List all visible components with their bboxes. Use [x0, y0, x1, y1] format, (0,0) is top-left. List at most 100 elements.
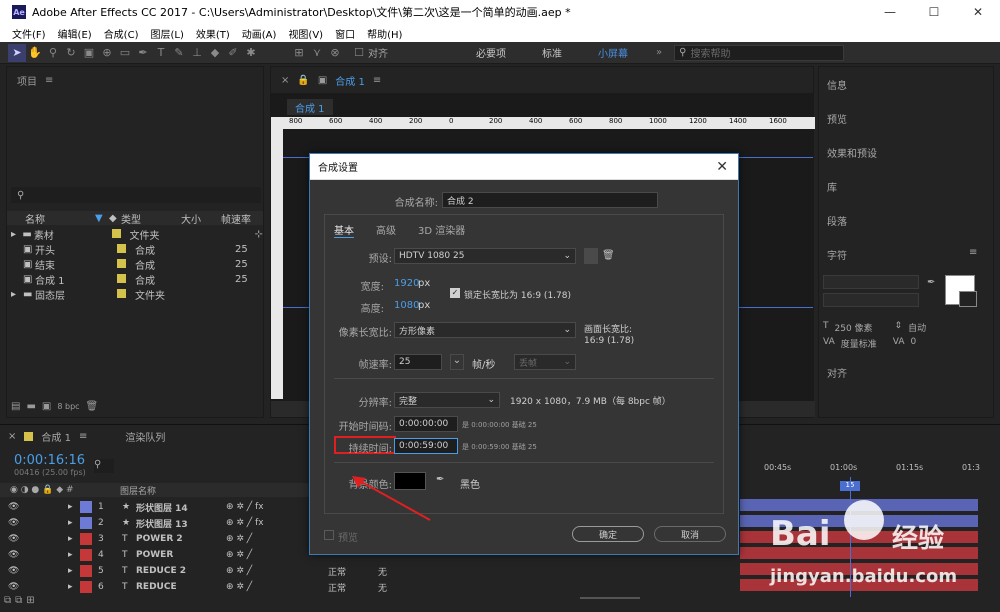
project-search-input[interactable]: ⚲ — [11, 187, 261, 203]
menu-edit[interactable]: 编辑(E) — [58, 26, 92, 41]
panel-menu-icon[interactable]: ≡ — [79, 431, 87, 442]
leading-value[interactable]: 自动 — [908, 321, 926, 334]
layer-switches[interactable]: ⊕ ✲ ╱ fx — [226, 518, 264, 528]
col-size[interactable]: 大小 — [181, 211, 221, 226]
pixel-aspect-select[interactable]: 方形像素 ⌄ — [394, 322, 576, 338]
eraser-tool-icon[interactable]: ◆ — [206, 44, 224, 62]
render-queue-tab[interactable]: 渲染队列 — [125, 429, 165, 444]
layer-switches[interactable]: ⊕ ✲ ╱ — [226, 582, 326, 592]
layer-row[interactable]: 👁 ▸ 5 T REDUCE 2 ⊕ ✲ ╱ 正常 无 — [0, 563, 580, 579]
zoom-slider[interactable] — [580, 597, 640, 599]
new-folder-icon[interactable]: ▬ — [26, 401, 35, 412]
preview-checkbox[interactable] — [324, 530, 334, 540]
timeline-tab[interactable]: 合成 1 — [41, 429, 71, 444]
lock-aspect-checkbox[interactable]: ✓ — [450, 288, 460, 298]
dialog-close-button[interactable]: ✕ — [716, 159, 728, 175]
layer-name[interactable]: REDUCE 2 — [136, 566, 226, 576]
current-timecode[interactable]: 0:00:16:16 — [14, 453, 85, 468]
project-item[interactable]: ▸ ▬ 固态层 文件夹 — [7, 287, 263, 302]
tab-basic[interactable]: 基本 — [334, 222, 354, 238]
width-value[interactable]: 1920 — [394, 278, 419, 289]
hand-tool-icon[interactable]: ✋ — [26, 44, 44, 62]
resolution-select[interactable]: 完整 ⌄ — [394, 392, 500, 408]
menu-view[interactable]: 视图(V) — [288, 26, 323, 41]
align-checkbox[interactable]: ☐ — [350, 44, 368, 62]
layer-row[interactable]: 👁 ▸ 6 T REDUCE ⊕ ✲ ╱ 正常 无 — [0, 579, 580, 595]
stroke-color-swatch[interactable] — [959, 291, 977, 307]
layer-name[interactable]: POWER — [136, 550, 226, 560]
view-axis-icon[interactable]: ⊗ — [326, 44, 344, 62]
expand-arrow-icon[interactable]: ▸ — [11, 229, 22, 240]
maximize-button[interactable]: ☐ — [912, 0, 956, 24]
menu-help[interactable]: 帮助(H) — [367, 26, 402, 41]
rectangle-tool-icon[interactable]: ▭ — [116, 44, 134, 62]
layer-switches[interactable]: ⊕ ✲ ╱ fx — [226, 502, 264, 512]
menu-animation[interactable]: 动画(A) — [242, 26, 277, 41]
zoom-tool-icon[interactable]: ⚲ — [44, 44, 62, 62]
save-preset-icon[interactable] — [584, 248, 598, 264]
frame-rate-dropdown-icon[interactable]: ⌄ — [450, 354, 464, 370]
tracking-value[interactable]: 0 — [911, 337, 917, 350]
panel-paragraph[interactable]: 段落 — [827, 213, 847, 228]
pen-tool-icon[interactable]: ✒ — [134, 44, 152, 62]
workspace-standard[interactable]: 标准 — [542, 45, 562, 60]
visibility-icon[interactable]: 👁 — [8, 534, 68, 544]
puppet-pin-tool-icon[interactable]: ✱ — [242, 44, 260, 62]
eyedropper-icon[interactable]: ✒ — [927, 277, 935, 288]
interpret-footage-icon[interactable]: ▤ — [11, 401, 20, 412]
menu-layer[interactable]: 图层(L) — [150, 26, 183, 41]
project-item[interactable]: ▣ 开头 合成 25 — [7, 242, 263, 257]
close-tab-icon[interactable]: × — [8, 431, 16, 442]
project-item[interactable]: ▸ ▬ 素材 文件夹 ⊹ — [7, 227, 263, 242]
trkmat-select[interactable]: 无 — [378, 565, 418, 578]
roto-brush-tool-icon[interactable]: ✐ — [224, 44, 242, 62]
layer-switches[interactable]: ⊕ ✲ ╱ — [226, 566, 326, 576]
sort-down-icon[interactable]: ▼ — [95, 213, 109, 224]
expand-arrow-icon[interactable]: ▸ — [68, 582, 80, 592]
visibility-icon[interactable]: 👁 — [8, 550, 68, 560]
layer-name[interactable]: 形状图层 13 — [136, 517, 226, 530]
panel-preview[interactable]: 预览 — [827, 111, 847, 126]
font-size-value[interactable]: 250 像素 — [835, 321, 873, 334]
blend-mode-select[interactable]: 正常 — [328, 565, 378, 578]
panel-menu-icon[interactable]: ≡ — [969, 247, 977, 258]
menu-window[interactable]: 窗口 — [335, 26, 355, 41]
kerning-value[interactable]: 度量标准 — [841, 337, 877, 350]
col-type[interactable]: 类型 — [121, 211, 181, 226]
search-layers-input[interactable]: ⚲ — [94, 459, 114, 473]
panel-effects-presets[interactable]: 效果和预设 — [827, 145, 877, 160]
visibility-icon[interactable]: 👁 — [8, 582, 68, 592]
layer-switches[interactable]: ⊕ ✲ ╱ — [226, 550, 252, 560]
expand-arrow-icon[interactable]: ▸ — [68, 502, 80, 512]
font-family-select[interactable] — [823, 275, 919, 289]
panel-menu-icon[interactable]: ≡ — [373, 75, 381, 86]
composition-breadcrumb[interactable]: 合成 1 — [287, 99, 333, 115]
toggle-graph-icon[interactable]: ⊞ — [26, 595, 34, 606]
panel-character[interactable]: 字符 — [827, 247, 847, 262]
project-panel-title[interactable]: 项目 — [17, 73, 37, 88]
col-fps[interactable]: 帧速率 — [221, 211, 261, 226]
duration-input[interactable]: 0:00:59:00 — [394, 438, 458, 454]
drop-frame-select[interactable]: 丢帧 ⌄ — [514, 354, 576, 370]
preset-select[interactable]: HDTV 1080 25 ⌄ — [394, 248, 576, 264]
panel-info[interactable]: 信息 — [827, 77, 847, 92]
world-axis-icon[interactable]: ⋎ — [308, 44, 326, 62]
text-tool-icon[interactable]: T — [152, 44, 170, 62]
clone-stamp-tool-icon[interactable]: ⊥ — [188, 44, 206, 62]
bpc-label[interactable]: 8 bpc — [57, 402, 79, 411]
col-name[interactable]: 名称 — [25, 211, 95, 226]
camera-tool-icon[interactable]: ▣ — [80, 44, 98, 62]
visibility-icon[interactable]: 👁 — [8, 502, 68, 512]
layer-name[interactable]: POWER 2 — [136, 534, 226, 544]
trash-icon[interactable]: 🗑 — [86, 401, 99, 412]
search-help-box[interactable]: ⚲ 搜索帮助 — [674, 44, 845, 61]
workspace-more-icon[interactable]: » — [656, 47, 662, 58]
expand-arrow-icon[interactable]: ▸ — [68, 534, 80, 544]
expand-arrow-icon[interactable]: ▸ — [68, 518, 80, 528]
expand-arrow-icon[interactable]: ▸ — [68, 550, 80, 560]
menu-composition[interactable]: 合成(C) — [104, 26, 139, 41]
menu-file[interactable]: 文件(F) — [12, 26, 46, 41]
pan-behind-tool-icon[interactable]: ⊕ — [98, 44, 116, 62]
cancel-button[interactable]: 取消 — [654, 526, 726, 542]
panel-menu-icon[interactable]: ≡ — [45, 75, 53, 86]
